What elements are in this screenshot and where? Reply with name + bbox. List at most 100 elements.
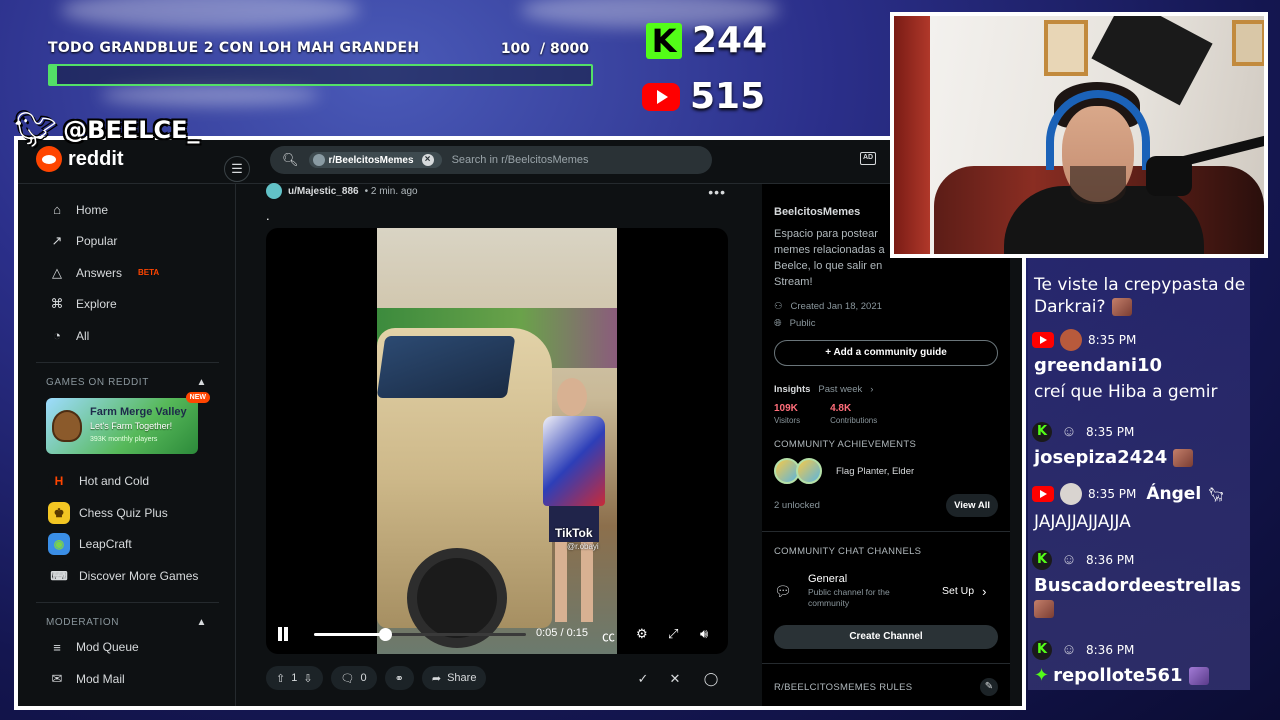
sidebar-item-label: Chess Quiz Plus <box>79 505 168 520</box>
sidebar-item-all[interactable]: ◔ All <box>36 320 219 352</box>
achievement-medals-icon <box>774 458 824 484</box>
insights-row[interactable]: Insights Past week › <box>774 384 998 395</box>
mod-mail-icon: ✉ <box>51 670 63 686</box>
video-scrubber[interactable] <box>314 628 526 641</box>
more-options-icon[interactable]: ••• <box>708 184 726 200</box>
advertise-icon[interactable]: AD <box>860 152 876 165</box>
view-all-button[interactable]: View All <box>946 494 998 517</box>
video-controls: 0:05 / 0:15 ㏄ ⚙ ⤢ 🔊︎ <box>266 614 728 654</box>
kick-count: 244 <box>692 20 768 61</box>
captions-icon[interactable]: ㏄ <box>602 626 615 645</box>
chat-username-row: ✦ repollote561 <box>1028 662 1250 690</box>
created-date: Created Jan 18, 2021 <box>790 301 882 312</box>
settings-gear-icon[interactable]: ⚙ <box>636 626 648 642</box>
cake-icon: ⚇ <box>774 301 783 312</box>
sidebar-item-popular[interactable]: ↗ Popular <box>36 226 219 258</box>
general-channel-row[interactable]: 💬︎ General Public channel for the commun… <box>774 571 998 611</box>
emote-icon <box>1188 667 1209 685</box>
sidebar-item-mod-mail[interactable]: ✉ Mod Mail <box>36 663 219 695</box>
sidebar-item-mod-queue[interactable]: ≡ Mod Queue <box>36 632 219 664</box>
community-stats: 109K Visitors 4.8K Contributions <box>774 403 998 425</box>
medal-icon <box>796 458 822 484</box>
mod-shield-icon[interactable]: ◯ <box>700 668 722 690</box>
remove-x-icon[interactable]: ✕ <box>664 668 686 690</box>
chat-time: 8:35 PM <box>1088 333 1137 347</box>
chat-meta: 8:35 PM <box>1028 328 1250 352</box>
edit-pencil-icon[interactable]: ✎ <box>980 678 998 696</box>
community-description: Espacio para postear memes relacionadas … <box>774 228 885 288</box>
share-button[interactable]: ➦ Share <box>421 666 487 690</box>
sidebar-item-label: Hot and Cold <box>79 474 150 489</box>
chevron-up-icon: ▲ <box>196 616 207 628</box>
search-input[interactable] <box>451 154 672 166</box>
search-bar[interactable]: 🔍︎ r/BeelcitosMemes × <box>270 146 712 174</box>
add-guide-label: Add a community guide <box>833 347 947 358</box>
home-icon: ⌂ <box>53 202 61 218</box>
search-icon: 🔍︎ <box>282 152 299 167</box>
avatar <box>1060 329 1082 351</box>
channel-description: Public channel for the community <box>808 587 890 608</box>
chat-message: 8:35 PM greendani10 creí que Hiba a gemi… <box>1028 328 1250 404</box>
popular-icon: ↗ <box>51 233 63 249</box>
insights-label: Insights <box>774 384 811 395</box>
twitter-handle: 🐦︎ @BEELCE_ <box>14 110 200 150</box>
sidebar-item-discover-more-games[interactable]: ⌨ Discover More Games <box>36 560 219 592</box>
channel-name: General <box>808 573 848 585</box>
video-player[interactable]: TikTok @r.obayi 0:05 / 0:15 ㏄ ⚙ ⤢ 🔊︎ <box>266 228 728 654</box>
comments-button[interactable]: 🗨︎ 0 <box>330 666 377 690</box>
explore-icon: ⌘ <box>50 296 64 312</box>
sidebar-item-chess-quiz-plus[interactable]: ♚ Chess Quiz Plus <box>36 497 219 529</box>
community-chip-label: r/BeelcitosMemes <box>328 154 414 166</box>
sidebar-item-label: Home <box>76 202 109 217</box>
reddit-wordmark: reddit <box>68 147 124 170</box>
share-label: Share <box>447 672 477 684</box>
chat-username-row: josepiza2424 <box>1028 444 1250 472</box>
chat-text: creí que Hiba a gemir <box>1034 382 1218 402</box>
post-title: . <box>266 208 270 223</box>
tiktok-username: @r.obayi <box>567 542 599 551</box>
chevron-right-icon: › <box>870 384 874 395</box>
chevron-up-icon: ▲ <box>196 376 207 388</box>
post-author[interactable]: u/Majestic_886 <box>288 186 359 197</box>
remove-chip-icon[interactable]: × <box>421 154 434 166</box>
chat-username: Buscadordeestrellas <box>1034 575 1242 596</box>
games-section-header[interactable]: GAMES ON REDDIT ▲ <box>36 373 219 392</box>
user-silhouette-icon: ☺ <box>1061 423 1077 440</box>
sidebar-item-answers[interactable]: △ Answers BETA <box>36 257 219 289</box>
achievements-row[interactable]: Flag Planter, Elder <box>774 458 998 484</box>
moderation-section-header[interactable]: MODERATION ▲ <box>36 613 219 632</box>
sidebar-item-leapcraft[interactable]: ◉ LeapCraft <box>36 529 219 561</box>
add-community-guide-button[interactable]: + Add a community guide <box>774 340 998 366</box>
sidebar-item-label: Explore <box>76 297 117 312</box>
goal-progress-fill <box>50 66 57 84</box>
moderation-list: ≡ Mod Queue ✉ Mod Mail <box>36 632 219 695</box>
featured-game-banner[interactable]: Farm Merge Valley Let's Farm Together! 3… <box>46 391 210 454</box>
set-up-button[interactable]: Set Up <box>942 585 974 597</box>
webcam-microphone <box>1146 156 1192 196</box>
goal-count: 100 / 8000 <box>501 41 589 57</box>
kick-icon: K <box>646 22 682 59</box>
pause-icon[interactable] <box>276 627 290 641</box>
globe-icon: 🌐︎ <box>774 318 782 329</box>
sidebar-item-home[interactable]: ⌂ Home <box>36 194 219 226</box>
scrubber-handle[interactable] <box>378 628 392 641</box>
sidebar-item-explore[interactable]: ⌘ Explore <box>36 289 219 321</box>
chess-crown-icon: ♚ <box>48 501 70 524</box>
comment-count: 0 <box>360 672 367 684</box>
chat-text: Te viste la crepypasta de Darkrai? <box>1034 275 1246 317</box>
featured-game-subtitle: Let's Farm Together! <box>90 420 173 431</box>
game-mascot-icon <box>52 409 82 442</box>
downvote-icon[interactable]: ⇩ <box>303 672 312 685</box>
user-avatar[interactable] <box>266 183 282 199</box>
menu-toggle-icon[interactable]: ☰ <box>224 156 250 182</box>
achievements-text: Flag Planter, Elder <box>836 465 915 477</box>
award-button[interactable]: ⚭ <box>384 666 414 690</box>
volume-icon[interactable]: 🔊︎ <box>700 626 708 642</box>
approve-check-icon[interactable]: ✓ <box>632 668 654 690</box>
community-chip[interactable]: r/BeelcitosMemes × <box>308 152 442 168</box>
sidebar-item-hot-and-cold[interactable]: H Hot and Cold <box>36 466 219 498</box>
fullscreen-icon[interactable]: ⤢ <box>668 626 678 642</box>
create-channel-button[interactable]: Create Channel <box>774 625 998 649</box>
kick-counter: K 244 <box>646 20 767 61</box>
upvote-icon[interactable]: ⇧ <box>276 672 285 685</box>
